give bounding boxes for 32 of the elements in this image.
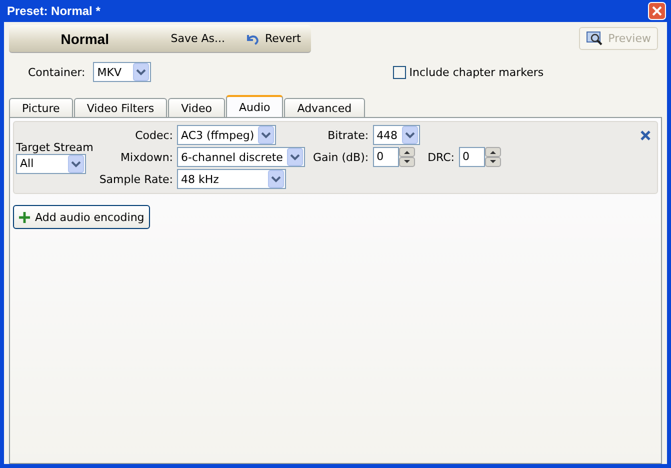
magnifier-icon <box>586 30 604 46</box>
window-title: Preset: Normal * <box>7 4 100 18</box>
tab[interactable]: Audio <box>226 95 284 117</box>
chapter-markers-checkbox[interactable] <box>393 66 406 78</box>
drc-label: DRC: <box>428 150 455 164</box>
close-icon[interactable] <box>648 2 666 20</box>
spinner-arrows-icon <box>484 147 501 167</box>
plus-icon <box>19 212 30 222</box>
tab[interactable]: Video <box>168 98 225 117</box>
mixdown-label: Mixdown: <box>120 150 173 164</box>
chapter-markers-label: Include chapter markers <box>409 66 544 78</box>
bitrate-dropdown[interactable]: 448 <box>372 125 420 145</box>
tab[interactable]: Picture <box>9 98 73 117</box>
bitrate-label: Bitrate: <box>326 128 369 142</box>
preset-name: Normal <box>60 30 110 46</box>
target-stream-dropdown[interactable]: All <box>16 154 86 174</box>
sample-rate-dropdown[interactable]: 48 kHz <box>177 169 286 189</box>
codec-label: Codec: <box>134 128 173 142</box>
container-label: Container: <box>28 66 86 78</box>
gain-label: Gain (dB): <box>312 150 369 164</box>
tab[interactable]: Advanced <box>284 98 365 117</box>
sample-rate-label: Sample Rate: <box>99 172 173 186</box>
add-audio-encoding-button[interactable]: Add audio encoding <box>13 205 150 229</box>
mixdown-dropdown[interactable]: 6-channel discrete <box>177 147 305 167</box>
tab[interactable]: Video Filters <box>74 98 168 117</box>
codec-dropdown[interactable]: AC3 (ffmpeg) <box>177 125 276 145</box>
target-stream-label: Target Stream <box>16 140 94 154</box>
spinner-arrows-icon <box>398 147 415 167</box>
save-as-button[interactable]: Save As... <box>160 32 235 45</box>
container-dropdown[interactable]: MKV <box>93 62 152 82</box>
remove-icon[interactable] <box>640 130 651 141</box>
revert-button[interactable]: Revert <box>234 32 311 46</box>
